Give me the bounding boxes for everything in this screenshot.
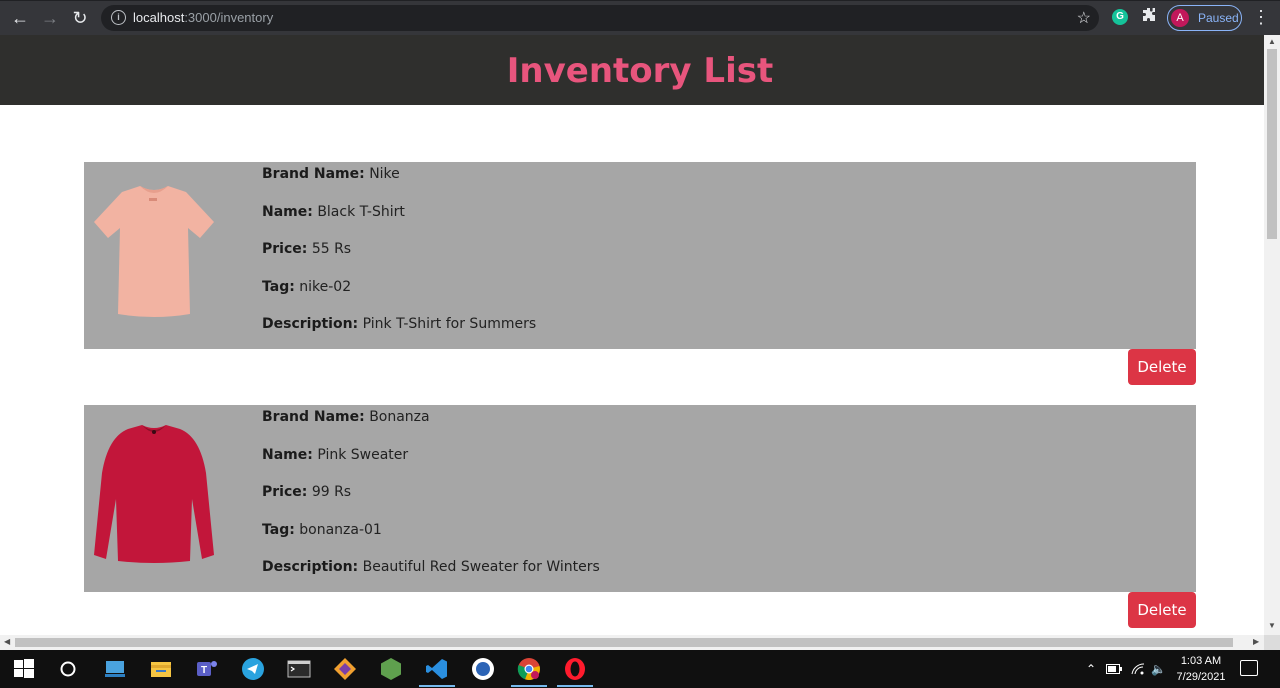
scroll-left-icon[interactable]: ◀ bbox=[4, 637, 10, 646]
red-sweater-image bbox=[94, 425, 214, 563]
item-details: Brand Name: Bonanza Name: Pink Sweater P… bbox=[262, 408, 600, 596]
taskbar-clock[interactable]: 1:03 AM 7/29/2021 bbox=[1170, 653, 1232, 685]
chrome-icon[interactable] bbox=[517, 657, 541, 681]
search-icon[interactable] bbox=[56, 657, 80, 681]
dev-tool-icon[interactable] bbox=[333, 657, 357, 681]
delete-button[interactable]: Delete bbox=[1128, 349, 1196, 385]
horizontal-scroll-thumb[interactable] bbox=[15, 638, 1233, 647]
scroll-right-icon[interactable]: ▶ bbox=[1253, 637, 1259, 646]
opera-active-indicator bbox=[557, 685, 593, 687]
name-label: Name: bbox=[262, 203, 313, 220]
vertical-scroll-thumb[interactable] bbox=[1267, 49, 1277, 239]
terminal-icon[interactable] bbox=[287, 657, 311, 681]
scroll-down-icon[interactable]: ▼ bbox=[1268, 621, 1276, 630]
item-details: Brand Name: Nike Name: Black T-Shirt Pri… bbox=[262, 165, 536, 353]
opera-icon[interactable] bbox=[563, 657, 587, 681]
description-row: Description: Pink T-Shirt for Summers bbox=[262, 315, 536, 353]
brand-value: Nike bbox=[369, 166, 400, 182]
delete-button[interactable]: Delete bbox=[1128, 592, 1196, 628]
price-label: Price: bbox=[262, 241, 308, 257]
clock-time: 1:03 AM bbox=[1180, 655, 1222, 667]
back-arrow-icon[interactable]: ← bbox=[9, 7, 31, 29]
file-explorer-icon[interactable] bbox=[149, 657, 173, 681]
notification-center-icon[interactable] bbox=[1240, 660, 1258, 676]
teams-icon[interactable]: T bbox=[195, 657, 219, 681]
profile-avatar: A bbox=[1171, 9, 1189, 27]
taskbar: T ⌃ 🔈 1:03 AM 7/29/2021 bbox=[0, 650, 1280, 688]
extensions-puzzle-icon[interactable] bbox=[1141, 7, 1159, 25]
url-path: :3000/inventory bbox=[184, 10, 274, 25]
description-label: Description: bbox=[262, 316, 359, 332]
page-title: Inventory List bbox=[506, 51, 774, 91]
browser-menu-icon[interactable]: ⋮ bbox=[1252, 7, 1270, 28]
address-bar[interactable]: i localhost:3000/inventory ☆ bbox=[101, 5, 1099, 31]
horizontal-scrollbar[interactable]: ◀ ▶ bbox=[0, 635, 1264, 650]
inventory-item-card: Brand Name: Nike Name: Black T-Shirt Pri… bbox=[84, 162, 1196, 349]
telegram-icon[interactable] bbox=[241, 657, 265, 681]
tag-label: Tag: bbox=[262, 521, 295, 538]
clock-date: 7/29/2021 bbox=[1176, 671, 1226, 683]
profile-button[interactable]: A Paused bbox=[1167, 5, 1242, 31]
scroll-up-icon[interactable]: ▲ bbox=[1268, 37, 1276, 46]
scrollbar-corner bbox=[1264, 635, 1280, 650]
brand-row: Brand Name: Nike bbox=[262, 165, 536, 203]
brand-row: Brand Name: Bonanza bbox=[262, 408, 600, 446]
reload-icon[interactable]: ↻ bbox=[69, 7, 91, 29]
tag-value: nike-02 bbox=[299, 278, 352, 295]
tag-value: bonanza-01 bbox=[299, 521, 382, 538]
battery-icon[interactable] bbox=[1106, 663, 1122, 677]
description-row: Description: Beautiful Red Sweater for W… bbox=[262, 558, 600, 596]
name-value: Black T-Shirt bbox=[317, 203, 405, 220]
brand-label: Brand Name: bbox=[262, 409, 365, 425]
name-label: Name: bbox=[262, 446, 313, 463]
price-row: Price: 55 Rs bbox=[262, 240, 536, 278]
price-value: 55 Rs bbox=[311, 241, 352, 257]
vscode-icon[interactable] bbox=[425, 657, 449, 681]
tag-label: Tag: bbox=[262, 278, 295, 295]
name-row: Name: Black T-Shirt bbox=[262, 203, 536, 241]
description-value: Pink T-Shirt for Summers bbox=[362, 316, 537, 332]
name-value: Pink Sweater bbox=[317, 446, 409, 463]
url-text[interactable]: localhost:3000/inventory bbox=[133, 10, 273, 25]
browser-toolbar: ← → ↻ i localhost:3000/inventory ☆ G A P… bbox=[0, 0, 1280, 35]
tag-row: Tag: nike-02 bbox=[262, 278, 536, 316]
vscode-active-indicator bbox=[419, 685, 455, 687]
profile-status: Paused bbox=[1198, 11, 1239, 25]
tab-strip-edge bbox=[0, 0, 1280, 1]
tag-row: Tag: bonanza-01 bbox=[262, 521, 600, 559]
description-label: Description: bbox=[262, 559, 359, 575]
brand-label: Brand Name: bbox=[262, 166, 365, 182]
price-label: Price: bbox=[262, 484, 308, 500]
volume-icon[interactable]: 🔈 bbox=[1151, 662, 1166, 676]
brand-value: Bonanza bbox=[369, 409, 430, 425]
nodejs-icon[interactable] bbox=[379, 657, 403, 681]
pc-app-icon[interactable] bbox=[103, 657, 127, 681]
page-viewport: Inventory List Brand Name: Nike Name: Bl… bbox=[0, 35, 1264, 635]
bookmark-star-icon[interactable]: ☆ bbox=[1077, 8, 1091, 28]
site-info-icon[interactable]: i bbox=[111, 10, 126, 25]
chrome-active-indicator bbox=[511, 685, 547, 687]
price-value: 99 Rs bbox=[311, 484, 352, 500]
windows-start-icon[interactable] bbox=[12, 657, 36, 681]
pink-tshirt-image bbox=[94, 186, 214, 317]
wifi-icon[interactable] bbox=[1130, 662, 1146, 679]
price-row: Price: 99 Rs bbox=[262, 483, 600, 521]
svg-text:T: T bbox=[201, 665, 207, 676]
name-row: Name: Pink Sweater bbox=[262, 446, 600, 484]
forward-arrow-icon[interactable]: → bbox=[39, 7, 61, 29]
inventory-item-card: Brand Name: Bonanza Name: Pink Sweater P… bbox=[84, 405, 1196, 592]
url-host: localhost bbox=[133, 10, 185, 25]
vertical-scrollbar[interactable]: ▲ ▼ bbox=[1264, 35, 1280, 635]
tray-overflow-icon[interactable]: ⌃ bbox=[1086, 662, 1096, 676]
grammarly-extension-icon[interactable]: G bbox=[1112, 9, 1128, 25]
app-circle-icon[interactable] bbox=[471, 657, 495, 681]
description-value: Beautiful Red Sweater for Winters bbox=[362, 559, 600, 575]
